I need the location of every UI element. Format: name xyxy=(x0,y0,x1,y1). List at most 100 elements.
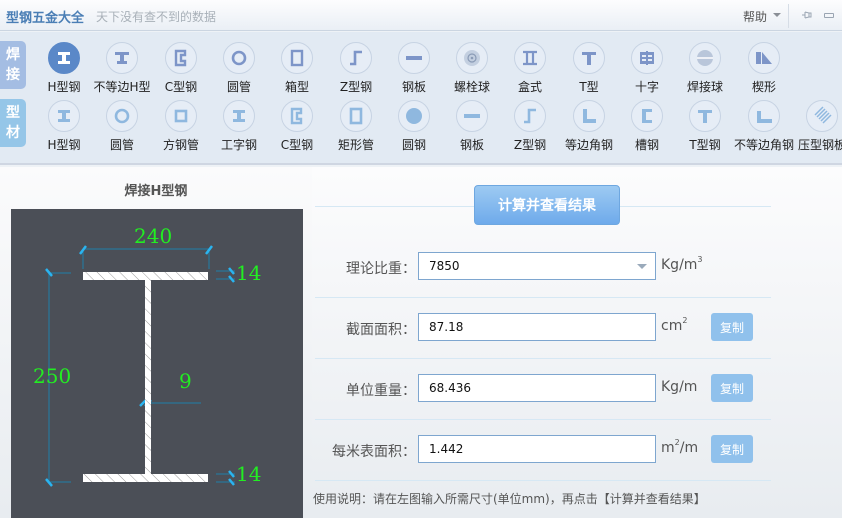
copy-surface-button[interactable]: 复制 xyxy=(711,435,753,463)
copy-area-button[interactable]: 复制 xyxy=(711,313,753,341)
shape-item-square-tube[interactable]: 方钢管 xyxy=(151,100,211,153)
z-section-icon xyxy=(340,42,372,74)
web-thickness-input[interactable]: 9 xyxy=(179,369,192,393)
divider xyxy=(315,297,771,298)
shape-item-label: 钢板 xyxy=(459,138,484,152)
t-section-icon xyxy=(573,42,605,74)
weight-field[interactable]: 68.436 xyxy=(418,374,656,402)
shape-item-box-type[interactable]: 盒式 xyxy=(500,42,560,95)
welded-ball-icon xyxy=(689,42,721,74)
shape-item-round-tube[interactable]: 圆管 xyxy=(92,100,152,153)
square-tube-icon xyxy=(165,100,197,132)
shape-item-round-tube[interactable]: 圆管 xyxy=(209,42,269,95)
shape-item-wedge[interactable]: 楔形 xyxy=(734,42,794,95)
unit-text: m xyxy=(661,440,675,456)
shape-item-equal-angle[interactable]: 等边角钢 xyxy=(559,100,619,153)
unit-sup: 2 xyxy=(674,438,680,447)
weight-unit: Kg/m xyxy=(661,379,697,395)
shape-item-welded-ball[interactable]: 焊接球 xyxy=(675,42,735,95)
shape-item-c-channel[interactable]: C型钢 xyxy=(151,42,211,95)
shape-item-c-channel[interactable]: C型钢 xyxy=(267,100,327,153)
bolt-ball-icon xyxy=(456,42,488,74)
shape-item-unequal-h-beam[interactable]: 不等边H型 xyxy=(92,42,152,95)
shape-item-label: 压型钢板 xyxy=(797,138,842,152)
shape-item-z-section[interactable]: Z型钢 xyxy=(326,42,386,95)
shape-item-bolt-ball[interactable]: 螺栓球 xyxy=(442,42,502,95)
category-tab-label: 焊 xyxy=(6,47,20,63)
shape-item-rect-tube[interactable]: 矩形管 xyxy=(326,100,386,153)
shape-item-h-beam[interactable]: H型钢 xyxy=(34,100,94,153)
round-tube-icon xyxy=(106,100,138,132)
cross-section-icon xyxy=(631,42,663,74)
box-type-icon xyxy=(514,42,546,74)
shape-item-label: 方钢管 xyxy=(162,138,199,152)
shape-item-label: 工字钢 xyxy=(220,138,257,152)
area-label: 截面面积： xyxy=(346,322,416,338)
shape-item-label: 等边角钢 xyxy=(564,138,613,152)
divider xyxy=(315,358,771,359)
surface-label: 每米表面积： xyxy=(332,444,416,460)
round-bar-icon xyxy=(398,100,430,132)
top-flange-thickness-input[interactable]: 14 xyxy=(236,261,261,285)
shape-item-unequal-angle[interactable]: 不等边角钢 xyxy=(734,100,794,153)
bottom-flange xyxy=(83,474,208,482)
density-select[interactable]: 7850 xyxy=(418,252,656,280)
shape-item-t-beam[interactable]: T型钢 xyxy=(675,100,735,153)
chevron-down-icon[interactable] xyxy=(773,13,781,17)
unit-text: /m xyxy=(679,440,699,456)
unit-text: cm xyxy=(661,318,683,334)
category-tab-label: 型 xyxy=(6,105,20,121)
shape-item-label: 矩形管 xyxy=(337,138,374,152)
flange-width-input[interactable]: 240 xyxy=(134,224,172,248)
density-value: 7850 xyxy=(429,259,460,273)
shape-item-box-section[interactable]: 箱型 xyxy=(267,42,327,95)
calculate-button[interactable]: 计算并查看结果 xyxy=(474,185,620,225)
unequal-h-beam-icon xyxy=(106,42,138,74)
h-beam-icon xyxy=(48,100,80,132)
category-tab-label: 接 xyxy=(6,67,20,83)
shape-item-label: H型钢 xyxy=(47,80,81,94)
shape-item-channel[interactable]: 槽钢 xyxy=(617,100,677,153)
shape-item-t-section[interactable]: T型 xyxy=(559,42,619,95)
titlebar-divider xyxy=(788,4,789,28)
category-tab-profiles[interactable]: 型 材 xyxy=(0,99,26,147)
c-channel-icon xyxy=(165,42,197,74)
area-unit: cm2 xyxy=(661,316,687,334)
shape-item-label: 圆管 xyxy=(226,80,251,94)
pin-icon[interactable] xyxy=(801,9,813,21)
bottom-flange-thickness-input[interactable]: 14 xyxy=(236,462,261,486)
surface-field[interactable]: 1.442 xyxy=(418,435,656,463)
results-panel: 计算并查看结果 理论比重： 7850 Kg/m3 截面面积： 87.18 cm2… xyxy=(312,167,842,518)
shape-item-steel-plate[interactable]: 钢板 xyxy=(442,100,502,153)
profiled-sheet-icon xyxy=(806,100,838,132)
shape-item-steel-plate[interactable]: 钢板 xyxy=(384,42,444,95)
shape-item-label: 槽钢 xyxy=(634,138,659,152)
height-input[interactable]: 250 xyxy=(33,364,71,388)
chevron-down-icon[interactable] xyxy=(637,264,647,269)
shape-item-profiled-sheet[interactable]: 压型钢板 xyxy=(792,100,842,153)
section-drawing: 240 14 250 9 14 xyxy=(11,209,303,518)
category-tab-welded[interactable]: 焊 接 xyxy=(0,41,26,89)
drawing-title: 焊接H型钢 xyxy=(124,184,188,199)
category-tab-label: 材 xyxy=(6,125,20,141)
z-section-icon xyxy=(514,100,546,132)
shape-item-i-beam[interactable]: 工字钢 xyxy=(209,100,269,153)
shape-item-label: 十字 xyxy=(634,80,659,94)
drawing-panel: 焊接H型钢 240 14 250 9 14 xyxy=(0,167,312,518)
shape-item-label: 圆管 xyxy=(109,138,134,152)
shape-item-label: 楔形 xyxy=(751,80,776,94)
copy-weight-button[interactable]: 复制 xyxy=(711,374,753,402)
shape-item-cross-section[interactable]: 十字 xyxy=(617,42,677,95)
shape-item-label: 箱型 xyxy=(284,80,309,94)
i-beam-icon xyxy=(223,100,255,132)
round-tube-icon xyxy=(223,42,255,74)
help-menu[interactable]: 帮助 xyxy=(743,8,767,25)
shape-item-h-beam[interactable]: H型钢 xyxy=(34,42,94,95)
shape-item-round-bar[interactable]: 圆钢 xyxy=(384,100,444,153)
shape-item-label: C型钢 xyxy=(280,138,314,152)
minimize-icon[interactable] xyxy=(824,13,834,18)
app-slogan: 天下没有查不到的数据 xyxy=(96,10,217,24)
area-field[interactable]: 87.18 xyxy=(418,313,656,341)
shape-item-z-section[interactable]: Z型钢 xyxy=(500,100,560,153)
title-bar: 型钢五金大全 天下没有查不到的数据 帮助 xyxy=(0,0,842,31)
